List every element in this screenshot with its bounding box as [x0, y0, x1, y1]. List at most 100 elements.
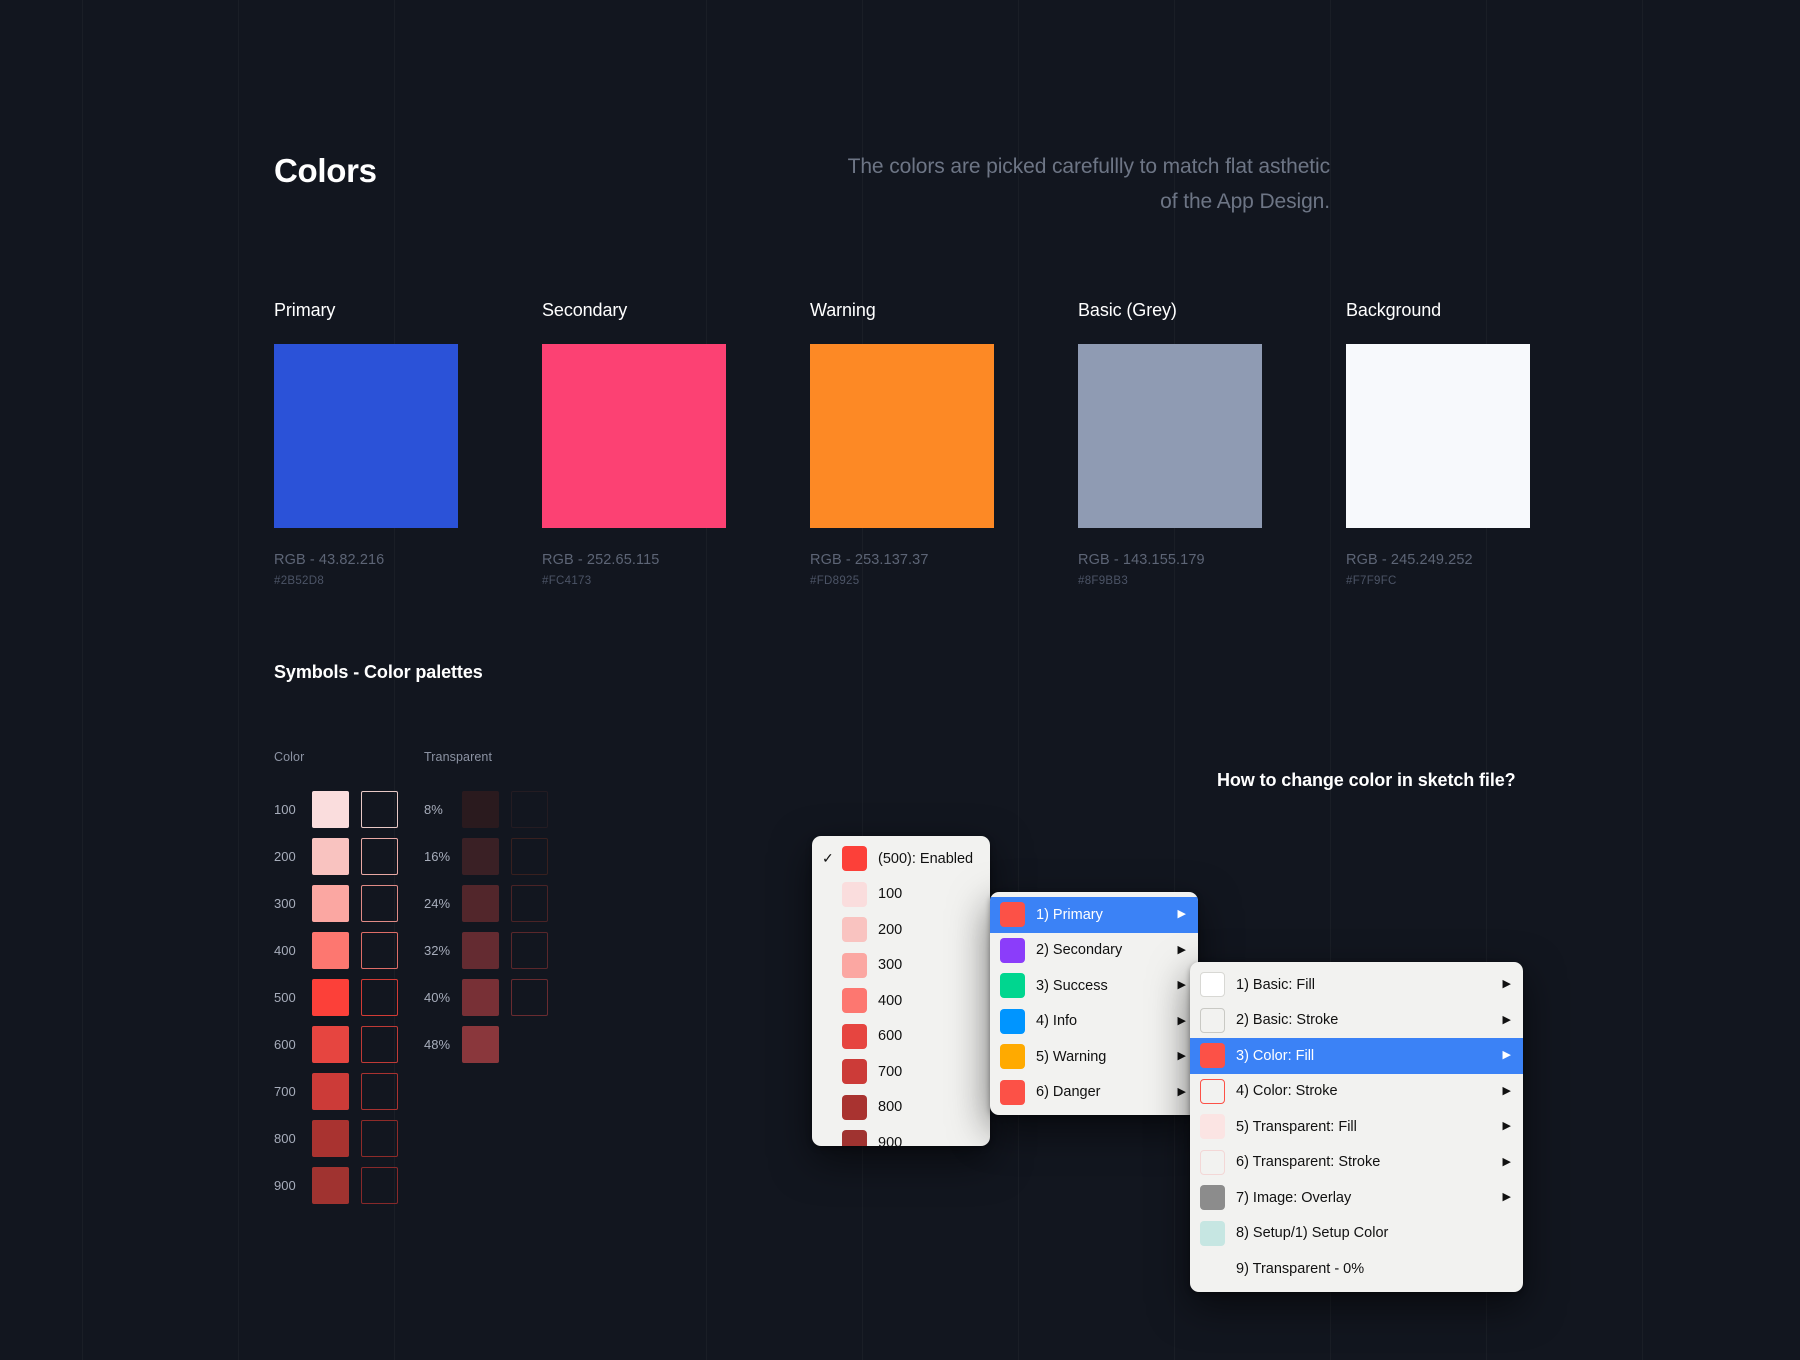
menu-item-label: 900 — [878, 1134, 903, 1146]
color-stroke-chip[interactable] — [361, 885, 398, 922]
menu-item[interactable]: 800 — [812, 1090, 990, 1126]
color-fill-chip[interactable] — [312, 979, 349, 1016]
transparent-row-key: 40% — [424, 990, 451, 1005]
color-stroke-chip[interactable] — [361, 1073, 398, 1110]
grid-line-0 — [82, 0, 83, 1360]
swatch-chip[interactable] — [1078, 344, 1262, 528]
menu-item[interactable]: 600 — [812, 1019, 990, 1055]
menu-item[interactable]: 9) Transparent - 0%▶ — [1190, 1251, 1523, 1287]
menu-item-swatch-icon — [1000, 1008, 1025, 1034]
submenu-arrow-icon: ▶ — [1177, 1014, 1186, 1027]
menu-item-label: 3) Color: Fill — [1236, 1047, 1315, 1064]
color-row: 200 — [274, 833, 398, 880]
color-fill-chip[interactable] — [312, 1167, 349, 1204]
color-fill-chip[interactable] — [312, 885, 349, 922]
menu-item[interactable]: 900 — [812, 1125, 990, 1146]
transparent-stroke-chip[interactable] — [511, 932, 548, 969]
menu-item[interactable]: 2) Secondary ▶ — [990, 933, 1198, 969]
menu-item-swatch-icon — [1000, 1044, 1025, 1070]
grid-line-3 — [706, 0, 707, 1360]
color-fill-chip[interactable] — [312, 1073, 349, 1110]
menu-shades[interactable]: ✓ (500): Enabled 100 200 300 400 600 700 800 900 — [812, 836, 990, 1146]
color-group: Color 100 200 300 400 500 600 700 800 900 — [274, 750, 398, 1209]
menu-item[interactable]: 8) Setup/1) Setup Color▶ — [1190, 1216, 1523, 1252]
menu-item-swatch-icon — [1000, 937, 1025, 963]
menu-item[interactable]: 4) Color: Stroke ▶ — [1190, 1074, 1523, 1110]
menu-item[interactable]: 700 — [812, 1054, 990, 1090]
color-stroke-chip[interactable] — [361, 979, 398, 1016]
menu-item-label: 700 — [878, 1063, 903, 1080]
transparent-group: Transparent 8% 16% 24% 32% 40% 48% — [424, 750, 548, 1068]
menu-item[interactable]: 400 — [812, 983, 990, 1019]
color-stroke-chip[interactable] — [361, 932, 398, 969]
transparent-fill-chip[interactable] — [462, 932, 499, 969]
transparent-row-key: 24% — [424, 896, 451, 911]
menu-item[interactable]: 3) Color: Fill ▶ — [1190, 1038, 1523, 1074]
swatch-chip[interactable] — [810, 344, 994, 528]
color-row-key: 300 — [274, 896, 296, 911]
swatch-rgb-value: RGB - 253.137.37 — [810, 552, 929, 568]
howto-label: How to change color in sketch file? — [1217, 770, 1516, 790]
menu-item-label: 9) Transparent - 0% — [1236, 1260, 1365, 1277]
menu-item[interactable]: ✓ (500): Enabled — [812, 841, 990, 877]
menu-item[interactable]: 200 — [812, 912, 990, 948]
menu-color-categories[interactable]: 1) Primary ▶ 2) Secondary ▶ 3) Success ▶ 4) In… — [990, 892, 1198, 1115]
menu-item[interactable]: 3) Success ▶ — [990, 968, 1198, 1004]
swatch-card-primary: Primary RGB - 43.82.216 #2B52D8 — [274, 300, 458, 587]
transparent-stroke-chip[interactable] — [511, 885, 548, 922]
menu-item[interactable]: 2) Basic: Stroke ▶ — [1190, 1003, 1523, 1039]
menu-item-swatch-icon — [842, 1023, 867, 1049]
transparent-fill-chip[interactable] — [462, 885, 499, 922]
transparent-row: 16% — [424, 833, 548, 880]
menu-item-label: 6) Transparent: Stroke — [1236, 1154, 1381, 1171]
page-intro-text: The colors are picked carefullly to matc… — [847, 155, 1330, 213]
menu-item-swatch-icon — [1200, 1007, 1225, 1033]
menu-item[interactable]: 1) Primary ▶ — [990, 897, 1198, 933]
color-fill-chip[interactable] — [312, 1120, 349, 1157]
swatch-chip[interactable] — [274, 344, 458, 528]
transparent-stroke-chip[interactable] — [511, 791, 548, 828]
transparent-stroke-chip[interactable] — [511, 979, 548, 1016]
menu-item[interactable]: 6) Danger ▶ — [990, 1075, 1198, 1111]
menu-item[interactable]: 1) Basic: Fill ▶ — [1190, 967, 1523, 1003]
menu-item[interactable]: 4) Info ▶ — [990, 1004, 1198, 1040]
transparent-fill-chip[interactable] — [462, 838, 499, 875]
transparent-stroke-chip[interactable] — [511, 838, 548, 875]
swatch-card-background: Background RGB - 245.249.252 #F7F9FC — [1346, 300, 1530, 587]
menu-item-swatch-icon — [1200, 1114, 1225, 1140]
color-stroke-chip[interactable] — [361, 791, 398, 828]
menu-item-label: 400 — [878, 992, 903, 1009]
swatch-chip[interactable] — [1346, 344, 1530, 528]
menu-item[interactable]: 100 — [812, 877, 990, 913]
menu-item-label: 4) Info — [1036, 1013, 1078, 1030]
transparent-stroke-chip — [511, 1026, 548, 1063]
color-heading: Color — [274, 750, 305, 764]
color-stroke-chip[interactable] — [361, 838, 398, 875]
swatch-rgb-value: RGB - 252.65.115 — [542, 552, 660, 568]
menu-item[interactable]: 300 — [812, 948, 990, 984]
color-fill-chip[interactable] — [312, 1026, 349, 1063]
transparent-row: 32% — [424, 927, 548, 974]
color-row-key: 800 — [274, 1131, 296, 1146]
color-stroke-chip[interactable] — [361, 1167, 398, 1204]
submenu-arrow-icon: ▶ — [1177, 1085, 1186, 1098]
check-icon: ✓ — [822, 850, 834, 867]
menu-item[interactable]: 7) Image: Overlay ▶ — [1190, 1180, 1523, 1216]
swatch-chip[interactable] — [542, 344, 726, 528]
color-stroke-chip[interactable] — [361, 1026, 398, 1063]
transparent-fill-chip[interactable] — [462, 979, 499, 1016]
color-fill-chip[interactable] — [312, 838, 349, 875]
menu-item[interactable]: 5) Warning ▶ — [990, 1039, 1198, 1075]
color-fill-chip[interactable] — [312, 932, 349, 969]
menu-item[interactable]: 6) Transparent: Stroke ▶ — [1190, 1145, 1523, 1181]
submenu-arrow-icon: ▶ — [1502, 1191, 1511, 1204]
menu-color-targets[interactable]: 1) Basic: Fill ▶ 2) Basic: Stroke ▶ 3) Color… — [1190, 962, 1523, 1292]
swatch-card-secondary: Secondary RGB - 252.65.115 #FC4173 — [542, 300, 726, 587]
page-title: Colors — [274, 152, 377, 189]
color-fill-chip[interactable] — [312, 791, 349, 828]
transparent-fill-chip[interactable] — [462, 1026, 499, 1063]
menu-item[interactable]: 5) Transparent: Fill ▶ — [1190, 1109, 1523, 1145]
color-row: 400 — [274, 927, 398, 974]
transparent-fill-chip[interactable] — [462, 791, 499, 828]
color-stroke-chip[interactable] — [361, 1120, 398, 1157]
